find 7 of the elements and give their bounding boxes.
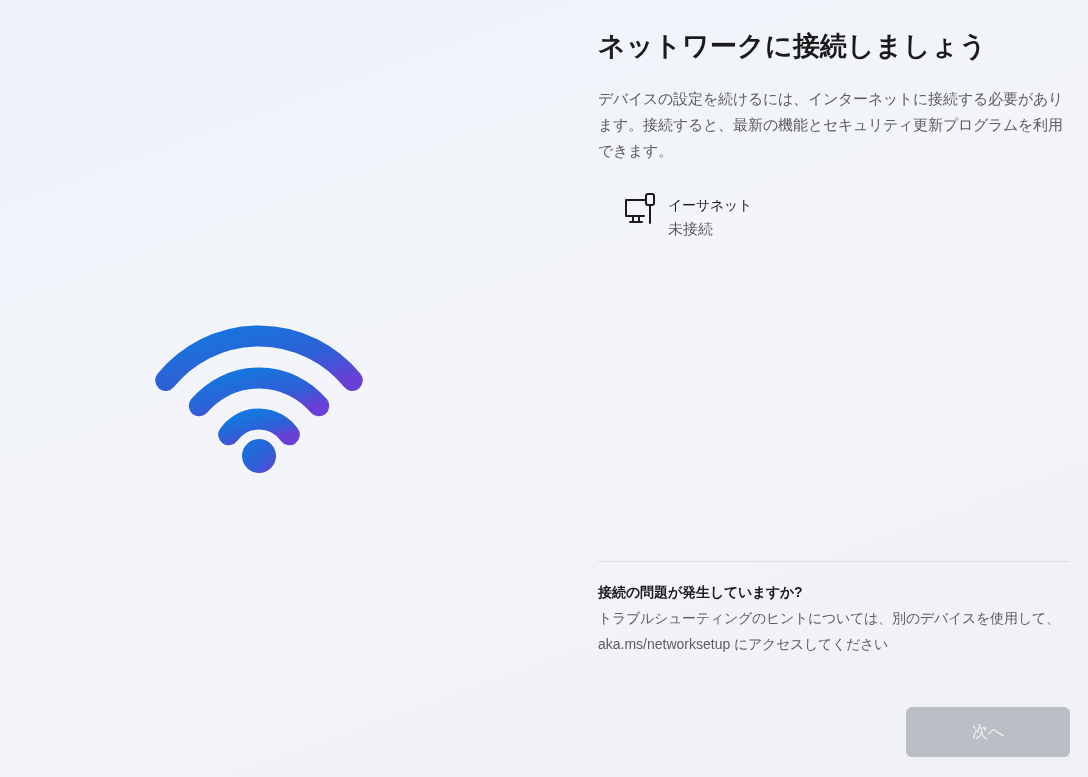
help-text: トラブルシューティングのヒントについては、別のデバイスを使用して、aka.ms/networksetup にアクセスしてください — [598, 609, 1061, 654]
page-title: ネットワークに接続しましょう — [598, 30, 988, 63]
network-name: イーサネット — [668, 196, 752, 215]
description-text: デバイスの設定を続けるには、インターネットに接続する必要があります。接続すると、最新の機能とセキュリティ更新プログラムを利用できます。 — [598, 89, 1064, 161]
help-heading: 接続の問題が発生していますか? — [598, 583, 804, 602]
network-status: 未接続 — [668, 219, 714, 239]
computer-cable-icon — [624, 192, 658, 226]
